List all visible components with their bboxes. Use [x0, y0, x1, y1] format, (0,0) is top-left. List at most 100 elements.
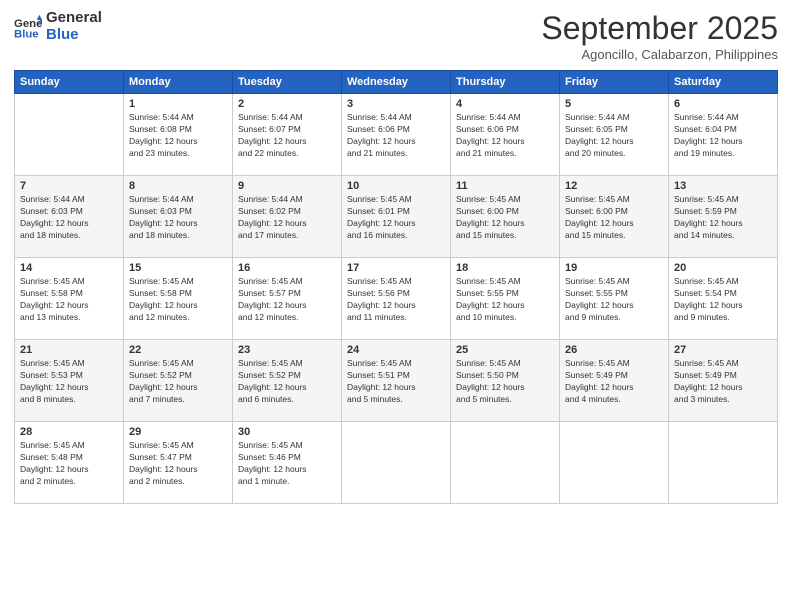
cell-info: Sunrise: 5:45 AM Sunset: 5:58 PM Dayligh…	[20, 276, 118, 324]
weekday-header-sunday: Sunday	[15, 71, 124, 94]
cell-info: Sunrise: 5:45 AM Sunset: 5:53 PM Dayligh…	[20, 358, 118, 406]
title-block: September 2025 Agoncillo, Calabarzon, Ph…	[541, 10, 778, 62]
weekday-header-monday: Monday	[124, 71, 233, 94]
cell-info: Sunrise: 5:44 AM Sunset: 6:07 PM Dayligh…	[238, 112, 336, 160]
cell-info: Sunrise: 5:44 AM Sunset: 6:08 PM Dayligh…	[129, 112, 227, 160]
cell-info: Sunrise: 5:44 AM Sunset: 6:06 PM Dayligh…	[456, 112, 554, 160]
calendar-cell: 17 Sunrise: 5:45 AM Sunset: 5:56 PM Dayli…	[342, 258, 451, 340]
week-row-4: 21 Sunrise: 5:45 AM Sunset: 5:53 PM Dayli…	[15, 340, 778, 422]
cell-info: Sunrise: 5:45 AM Sunset: 5:49 PM Dayligh…	[565, 358, 663, 406]
cell-day-number: 17	[347, 262, 445, 274]
cell-info: Sunrise: 5:45 AM Sunset: 5:46 PM Dayligh…	[238, 440, 336, 488]
cell-day-number: 3	[347, 98, 445, 110]
month-title: September 2025	[541, 10, 778, 47]
cell-info: Sunrise: 5:45 AM Sunset: 5:57 PM Dayligh…	[238, 276, 336, 324]
calendar-cell: 12 Sunrise: 5:45 AM Sunset: 6:00 PM Dayli…	[560, 176, 669, 258]
cell-info: Sunrise: 5:45 AM Sunset: 5:50 PM Dayligh…	[456, 358, 554, 406]
calendar-cell: 14Sunrise: 5:45 AM Sunset: 5:58 PM Dayli…	[15, 258, 124, 340]
cell-day-number: 24	[347, 344, 445, 356]
calendar-cell: 2 Sunrise: 5:44 AM Sunset: 6:07 PM Daylig…	[233, 94, 342, 176]
week-row-1: 1 Sunrise: 5:44 AM Sunset: 6:08 PM Daylig…	[15, 94, 778, 176]
logo-line2: Blue	[46, 27, 102, 44]
cell-day-number: 18	[456, 262, 554, 274]
calendar-cell: 15Sunrise: 5:45 AM Sunset: 5:58 PM Dayli…	[124, 258, 233, 340]
header: General Blue General Blue September 2025…	[14, 10, 778, 62]
cell-info: Sunrise: 5:44 AM Sunset: 6:05 PM Dayligh…	[565, 112, 663, 160]
calendar-cell: 25Sunrise: 5:45 AM Sunset: 5:50 PM Dayli…	[451, 340, 560, 422]
cell-day-number: 30	[238, 426, 336, 438]
calendar-cell: 8 Sunrise: 5:44 AM Sunset: 6:03 PM Daylig…	[124, 176, 233, 258]
cell-day-number: 23	[238, 344, 336, 356]
calendar-cell: 16Sunrise: 5:45 AM Sunset: 5:57 PM Dayli…	[233, 258, 342, 340]
week-row-2: 7 Sunrise: 5:44 AM Sunset: 6:03 PM Daylig…	[15, 176, 778, 258]
cell-day-number: 13	[674, 180, 772, 192]
weekday-header-tuesday: Tuesday	[233, 71, 342, 94]
calendar-cell: 30 Sunrise: 5:45 AM Sunset: 5:46 PM Dayli…	[233, 422, 342, 504]
cell-day-number: 2	[238, 98, 336, 110]
calendar-cell: 6 Sunrise: 5:44 AM Sunset: 6:04 PM Daylig…	[669, 94, 778, 176]
cell-day-number: 20	[674, 262, 772, 274]
logo-icon: General Blue	[14, 13, 42, 41]
cell-day-number: 5	[565, 98, 663, 110]
cell-day-number: 19	[565, 262, 663, 274]
cell-info: Sunrise: 5:45 AM Sunset: 5:59 PM Dayligh…	[674, 194, 772, 242]
calendar-cell: 1 Sunrise: 5:44 AM Sunset: 6:08 PM Daylig…	[124, 94, 233, 176]
logo: General Blue General Blue	[14, 10, 102, 43]
location: Agoncillo, Calabarzon, Philippines	[541, 47, 778, 62]
cell-info: Sunrise: 5:45 AM Sunset: 5:51 PM Dayligh…	[347, 358, 445, 406]
cell-day-number: 12	[565, 180, 663, 192]
calendar-cell: 27 Sunrise: 5:45 AM Sunset: 5:49 PM Dayli…	[669, 340, 778, 422]
cell-info: Sunrise: 5:45 AM Sunset: 5:48 PM Dayligh…	[20, 440, 118, 488]
weekday-header-row: SundayMondayTuesdayWednesdayThursdayFrid…	[15, 71, 778, 94]
weekday-header-saturday: Saturday	[669, 71, 778, 94]
cell-info: Sunrise: 5:44 AM Sunset: 6:03 PM Dayligh…	[129, 194, 227, 242]
cell-day-number: 6	[674, 98, 772, 110]
cell-day-number: 10	[347, 180, 445, 192]
cell-info: Sunrise: 5:44 AM Sunset: 6:04 PM Dayligh…	[674, 112, 772, 160]
cell-day-number: 28	[20, 426, 118, 438]
cell-info: Sunrise: 5:45 AM Sunset: 6:00 PM Dayligh…	[456, 194, 554, 242]
cell-info: Sunrise: 5:45 AM Sunset: 5:56 PM Dayligh…	[347, 276, 445, 324]
calendar-cell: 18Sunrise: 5:45 AM Sunset: 5:55 PM Dayli…	[451, 258, 560, 340]
cell-info: Sunrise: 5:45 AM Sunset: 5:49 PM Dayligh…	[674, 358, 772, 406]
logo-line1: General	[46, 10, 102, 27]
cell-info: Sunrise: 5:44 AM Sunset: 6:03 PM Dayligh…	[20, 194, 118, 242]
cell-day-number: 22	[129, 344, 227, 356]
weekday-header-wednesday: Wednesday	[342, 71, 451, 94]
calendar-cell: 4Sunrise: 5:44 AM Sunset: 6:06 PM Daylig…	[451, 94, 560, 176]
calendar-cell: 11 Sunrise: 5:45 AM Sunset: 6:00 PM Dayli…	[451, 176, 560, 258]
cell-day-number: 29	[129, 426, 227, 438]
calendar-cell	[451, 422, 560, 504]
calendar-cell: 7 Sunrise: 5:44 AM Sunset: 6:03 PM Daylig…	[15, 176, 124, 258]
calendar-cell: 13 Sunrise: 5:45 AM Sunset: 5:59 PM Dayli…	[669, 176, 778, 258]
calendar-cell: 19Sunrise: 5:45 AM Sunset: 5:55 PM Dayli…	[560, 258, 669, 340]
calendar-cell: 28 Sunrise: 5:45 AM Sunset: 5:48 PM Dayli…	[15, 422, 124, 504]
page: General Blue General Blue September 2025…	[0, 0, 792, 612]
calendar-cell: 24 Sunrise: 5:45 AM Sunset: 5:51 PM Dayli…	[342, 340, 451, 422]
calendar-cell: 21 Sunrise: 5:45 AM Sunset: 5:53 PM Dayli…	[15, 340, 124, 422]
weekday-header-thursday: Thursday	[451, 71, 560, 94]
cell-day-number: 11	[456, 180, 554, 192]
cell-day-number: 8	[129, 180, 227, 192]
calendar-cell	[560, 422, 669, 504]
cell-day-number: 1	[129, 98, 227, 110]
calendar-cell: 9 Sunrise: 5:44 AM Sunset: 6:02 PM Daylig…	[233, 176, 342, 258]
calendar-cell	[342, 422, 451, 504]
cell-day-number: 27	[674, 344, 772, 356]
cell-info: Sunrise: 5:45 AM Sunset: 6:00 PM Dayligh…	[565, 194, 663, 242]
cell-info: Sunrise: 5:45 AM Sunset: 5:54 PM Dayligh…	[674, 276, 772, 324]
week-row-3: 14Sunrise: 5:45 AM Sunset: 5:58 PM Dayli…	[15, 258, 778, 340]
week-row-5: 28 Sunrise: 5:45 AM Sunset: 5:48 PM Dayli…	[15, 422, 778, 504]
calendar-cell: 23Sunrise: 5:45 AM Sunset: 5:52 PM Dayli…	[233, 340, 342, 422]
cell-info: Sunrise: 5:45 AM Sunset: 5:47 PM Dayligh…	[129, 440, 227, 488]
calendar-cell: 3Sunrise: 5:44 AM Sunset: 6:06 PM Daylig…	[342, 94, 451, 176]
cell-info: Sunrise: 5:45 AM Sunset: 5:58 PM Dayligh…	[129, 276, 227, 324]
cell-day-number: 21	[20, 344, 118, 356]
calendar-cell: 22Sunrise: 5:45 AM Sunset: 5:52 PM Dayli…	[124, 340, 233, 422]
cell-info: Sunrise: 5:44 AM Sunset: 6:02 PM Dayligh…	[238, 194, 336, 242]
cell-day-number: 9	[238, 180, 336, 192]
calendar-table: SundayMondayTuesdayWednesdayThursdayFrid…	[14, 70, 778, 504]
svg-text:Blue: Blue	[14, 28, 39, 40]
cell-day-number: 7	[20, 180, 118, 192]
calendar-cell: 10Sunrise: 5:45 AM Sunset: 6:01 PM Dayli…	[342, 176, 451, 258]
